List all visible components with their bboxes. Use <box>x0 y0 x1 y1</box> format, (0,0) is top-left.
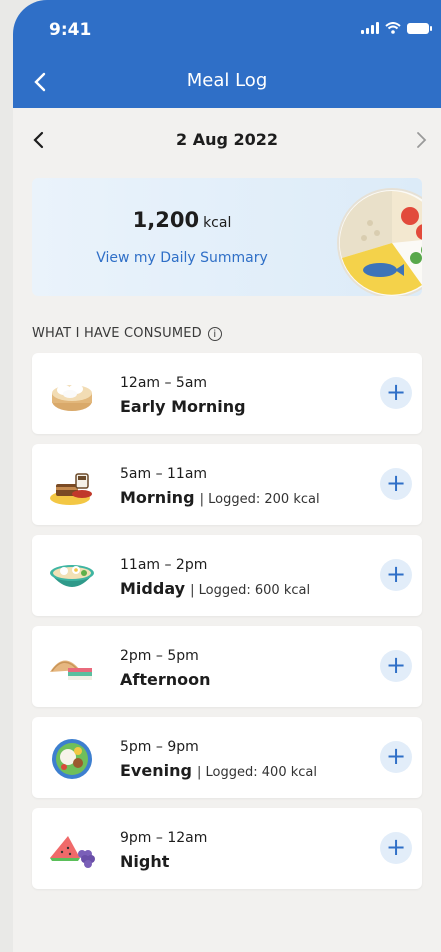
toast-coffee-icon <box>50 473 92 505</box>
meal-time: 2pm – 5pm <box>120 648 199 664</box>
add-afternoon-button[interactable]: + <box>380 650 412 682</box>
meal-time: 5pm – 9pm <box>120 739 199 755</box>
noodle-bowl-icon <box>50 565 94 587</box>
meal-line: Afternoon <box>120 670 211 689</box>
meal-logged: | Logged: 600 kcal <box>190 583 311 598</box>
kcal-value: 1,200 <box>132 208 200 232</box>
status-time: 9:41 <box>49 20 92 40</box>
meal-name: Morning <box>120 488 195 507</box>
status-bar: 9:41 <box>13 0 441 56</box>
meal-line: Midday | Logged: 600 kcal <box>120 579 310 598</box>
view-daily-summary-link[interactable]: View my Daily Summary <box>32 250 332 266</box>
status-icons <box>361 22 432 34</box>
add-morning-button[interactable]: + <box>380 468 412 500</box>
meal-line: Early Morning <box>120 397 246 416</box>
meal-card-afternoon[interactable]: 2pm – 5pm Afternoon + <box>32 626 422 707</box>
fruit-icon <box>50 836 95 868</box>
meal-name: Evening <box>120 761 192 780</box>
kcal-unit: kcal <box>203 215 232 231</box>
header: Meal Log <box>13 56 441 108</box>
battery-icon <box>407 22 432 34</box>
meal-card-morning[interactable]: 5am – 11am Morning | Logged: 200 kcal + <box>32 444 422 525</box>
nasi-lemak-icon <box>52 739 92 779</box>
meal-name: Early Morning <box>120 397 246 416</box>
meal-logged: | Logged: 400 kcal <box>197 765 317 780</box>
wifi-icon <box>385 22 401 34</box>
meal-card-night[interactable]: 9pm – 12am Night + <box>32 808 422 889</box>
meal-card-midday[interactable]: 11am – 2pm Midday | Logged: 600 kcal + <box>32 535 422 616</box>
date-navigator: 2 Aug 2022 <box>13 108 441 170</box>
dumpling-basket-icon <box>52 384 92 411</box>
signal-icon <box>361 22 379 34</box>
next-day-button[interactable] <box>409 128 433 152</box>
top-bar: 9:41 Meal Log <box>13 0 441 108</box>
curry-puff-icon <box>50 660 92 680</box>
meal-name: Night <box>120 852 170 871</box>
meal-card-early-morning[interactable]: 12am – 5am Early Morning + <box>32 353 422 434</box>
section-title: WHAT I HAVE CONSUMED <box>32 326 202 341</box>
kcal-total: 1,200 kcal <box>32 208 332 232</box>
page-title: Meal Log <box>186 70 268 91</box>
meal-line: Night <box>120 852 169 871</box>
date-label: 2 Aug 2022 <box>175 130 279 149</box>
meal-name: Afternoon <box>120 670 211 689</box>
food-plate-icon <box>337 188 422 296</box>
info-icon[interactable]: i <box>207 326 222 341</box>
meal-name: Midday <box>120 579 186 598</box>
add-midday-button[interactable]: + <box>380 559 412 591</box>
meal-logged: | Logged: 200 kcal <box>199 492 320 507</box>
meal-time: 5am – 11am <box>120 466 208 482</box>
add-night-button[interactable]: + <box>380 832 412 864</box>
meal-line: Evening | Logged: 400 kcal <box>120 761 317 780</box>
meal-time: 9pm – 12am <box>120 830 208 846</box>
meal-time: 11am – 2pm <box>120 557 208 573</box>
daily-summary-card: 1,200 kcal View my Daily Summary <box>32 178 422 296</box>
meal-card-evening[interactable]: 5pm – 9pm Evening | Logged: 400 kcal + <box>32 717 422 798</box>
add-evening-button[interactable]: + <box>380 741 412 773</box>
add-early-morning-button[interactable]: + <box>380 377 412 409</box>
phone-screen: 9:41 Meal Log 2 Aug 2022 1,200 kcal View… <box>13 0 441 952</box>
consumed-section-label: WHAT I HAVE CONSUMED i <box>32 326 222 341</box>
meal-list: 12am – 5am Early Morning + 5am – 11am Mo… <box>32 353 422 899</box>
meal-time: 12am – 5am <box>120 375 208 391</box>
meal-line: Morning | Logged: 200 kcal <box>120 488 320 507</box>
